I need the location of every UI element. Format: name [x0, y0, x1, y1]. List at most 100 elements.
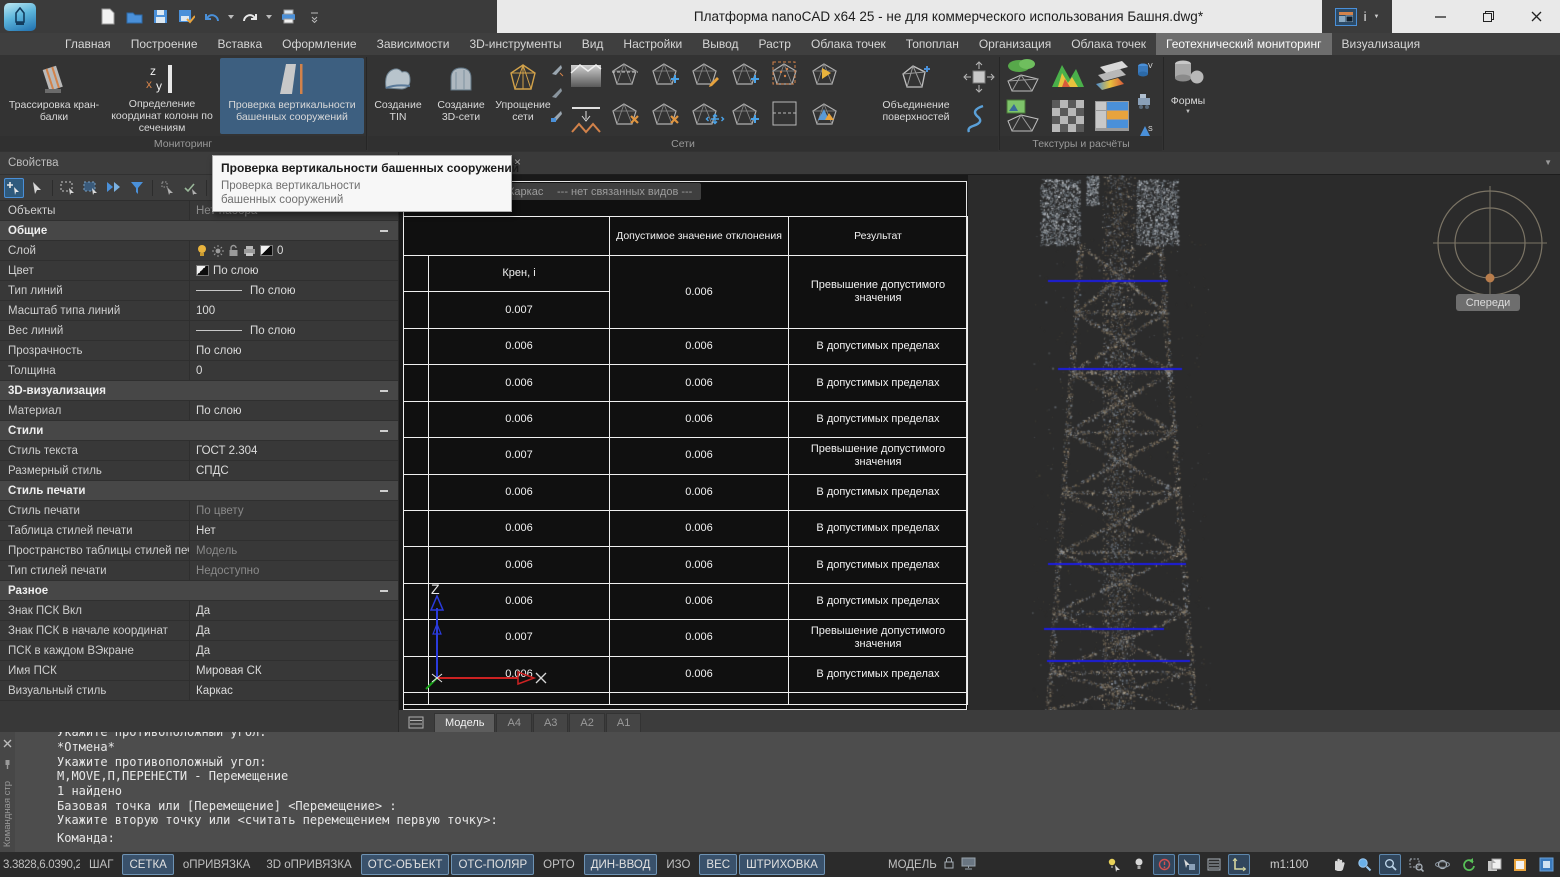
select-window-icon[interactable]	[58, 178, 78, 198]
property-value[interactable]: 0	[190, 365, 398, 377]
machine-volume-icon[interactable]	[1136, 92, 1154, 115]
ribbon-tab-8[interactable]: Вывод	[692, 33, 748, 55]
property-value[interactable]: По слою	[190, 405, 398, 417]
crane-beam-tracing-button[interactable]: Трассировка кран-балки	[4, 58, 104, 134]
mesh-tool-pencil-icon[interactable]	[688, 57, 728, 95]
shapes-dropdown-button[interactable]: Формы ▼	[1166, 58, 1210, 138]
sheet-tab-A2[interactable]: A2	[569, 713, 604, 732]
open-folder-icon[interactable]	[124, 7, 144, 27]
ribbon-tab-11[interactable]: Топоплан	[896, 33, 969, 55]
texture-cloud-mesh-icon[interactable]	[1004, 57, 1044, 100]
mesh-tool-tri-icon[interactable]	[808, 97, 848, 135]
ucs-toggle-icon[interactable]	[1228, 854, 1250, 875]
collapse-icon[interactable]	[380, 230, 388, 232]
ribbon-tab-4[interactable]: Зависимости	[367, 33, 460, 55]
column-coordinates-button[interactable]: zxy Определение координат колонн по сече…	[106, 58, 218, 134]
create-tin-button[interactable]: Создание TIN	[370, 58, 426, 134]
info-button[interactable]: i	[1364, 9, 1367, 24]
property-value[interactable]: Недоступно	[190, 565, 398, 577]
collapse-icon[interactable]	[380, 390, 388, 392]
mesh-tool-x-icon[interactable]	[608, 97, 648, 135]
layout-sheets-icon[interactable]	[1483, 854, 1505, 875]
property-value[interactable]: 100	[190, 305, 398, 317]
ribbon-tab-10[interactable]: Облака точек	[801, 33, 896, 55]
toggle-ШТРИХОВКА[interactable]: ШТРИХОВКА	[739, 854, 825, 875]
mesh-tool-x-icon[interactable]	[648, 97, 688, 135]
space-label[interactable]: МОДЕЛЬ	[888, 859, 937, 871]
mesh-tool-axis-icon[interactable]	[608, 57, 648, 95]
property-value[interactable]: Модель	[190, 545, 398, 557]
select-similar-icon[interactable]	[158, 178, 178, 198]
property-value[interactable]: По слою	[190, 345, 398, 357]
annotation-monitor-icon[interactable]	[1153, 854, 1175, 875]
collapse-icon[interactable]	[380, 590, 388, 592]
property-section-14[interactable]: Стиль печати	[0, 481, 398, 501]
mesh-tool-region-icon[interactable]	[768, 57, 808, 95]
property-value[interactable]: По слою	[190, 285, 398, 297]
mesh-tool-plus-icon[interactable]	[728, 57, 768, 95]
toggle-ВЕС[interactable]: ВЕС	[699, 854, 737, 875]
property-value[interactable]: СПДС	[190, 465, 398, 477]
command-prompt[interactable]: Команда:	[57, 831, 1556, 846]
texture-image-icon[interactable]	[1004, 97, 1044, 140]
property-value[interactable]: Да	[190, 605, 398, 617]
ribbon-tab-7[interactable]: Настройки	[613, 33, 692, 55]
tower-verticality-check-button[interactable]: Проверка вертикальности башенных сооруже…	[220, 58, 364, 134]
scale-button[interactable]: m1:100	[1270, 852, 1308, 877]
property-value[interactable]: Да	[190, 625, 398, 637]
view-compass[interactable]	[1425, 178, 1560, 313]
undo-icon[interactable]	[202, 7, 222, 27]
ribbon-tab-13[interactable]: Облака точек	[1061, 33, 1156, 55]
command-line-panel[interactable]: Командная стр Укажите противоположный уг…	[0, 732, 1560, 852]
zoom-icon[interactable]	[1353, 854, 1375, 875]
command-panel-close-icon[interactable]	[3, 735, 12, 753]
toggle-ОТС-ОБЪЕКТ[interactable]: ОТС-ОБЪЕКТ	[361, 854, 450, 875]
drawing-area[interactable]: Каркас --- нет связанных видов --- Допус…	[399, 175, 1560, 732]
hide-objects-icon[interactable]	[1128, 854, 1150, 875]
ribbon-tab-15[interactable]: Визуализация	[1332, 33, 1431, 55]
qat-overflow-icon[interactable]	[304, 7, 324, 27]
ribbon-tab-0[interactable]: Главная	[55, 33, 121, 55]
mesh-tool-dash-icon[interactable]	[768, 97, 808, 135]
save-icon[interactable]	[150, 7, 170, 27]
add-to-selection-icon[interactable]	[4, 178, 24, 198]
mesh-mini-tool-icon[interactable]	[550, 63, 564, 82]
minimize-button[interactable]	[1416, 0, 1464, 33]
app-logo-icon[interactable]	[4, 3, 36, 31]
regen-icon[interactable]	[1457, 854, 1479, 875]
ribbon-tab-14[interactable]: Геотехнический мониторинг	[1156, 33, 1331, 55]
collapse-icon[interactable]	[380, 490, 388, 492]
property-section-9[interactable]: 3D-визуализация	[0, 381, 398, 401]
pan-hand-icon[interactable]	[1327, 854, 1349, 875]
zoom-extents-icon[interactable]	[1405, 854, 1427, 875]
toggle-ШАГ[interactable]: ШАГ	[82, 854, 120, 875]
sheet-tab-A1[interactable]: A1	[606, 713, 641, 732]
toggle-СЕТКА[interactable]: СЕТКА	[122, 854, 173, 875]
command-panel-pin-icon[interactable]	[3, 757, 12, 775]
mesh-tool-move-icon[interactable]	[688, 97, 728, 135]
toggle-3D оПРИВЯЗКА[interactable]: 3D оПРИВЯЗКА	[259, 854, 358, 875]
zoom-window-icon[interactable]	[1379, 854, 1401, 875]
toggle-ОРТО[interactable]: ОРТО	[536, 854, 582, 875]
slope-maps-icon[interactable]	[1092, 57, 1132, 100]
volume-table-icon[interactable]	[1092, 97, 1132, 140]
mesh-mini-tool-icon[interactable]	[550, 86, 564, 105]
ribbon-tab-9[interactable]: Растр	[749, 33, 801, 55]
apply-selection-icon[interactable]	[181, 178, 201, 198]
property-value[interactable]: ГОСТ 2.304	[190, 445, 398, 457]
surface-profile-icon[interactable]	[568, 59, 604, 98]
print-icon[interactable]	[278, 7, 298, 27]
toggle-ИЗО[interactable]: ИЗО	[659, 854, 697, 875]
sheet-list-icon[interactable]	[405, 713, 427, 732]
collapse-icon[interactable]	[380, 430, 388, 432]
ribbon-interface-icon[interactable]	[1335, 8, 1357, 26]
property-value[interactable]: Мировая СК	[190, 665, 398, 677]
move-3d-icon[interactable]	[963, 61, 995, 98]
create-3d-mesh-button[interactable]: Создание 3D-сети	[428, 58, 494, 134]
undo-dropdown-icon[interactable]	[228, 15, 234, 19]
filter-icon[interactable]	[127, 178, 147, 198]
orbit-icon[interactable]	[1431, 854, 1453, 875]
document-bar-menu-icon[interactable]: ▼	[1544, 158, 1552, 167]
command-history[interactable]: Укажите противоположный угол:*Отмена*Ука…	[57, 732, 1556, 852]
ribbon-tab-1[interactable]: Построение	[121, 33, 208, 55]
